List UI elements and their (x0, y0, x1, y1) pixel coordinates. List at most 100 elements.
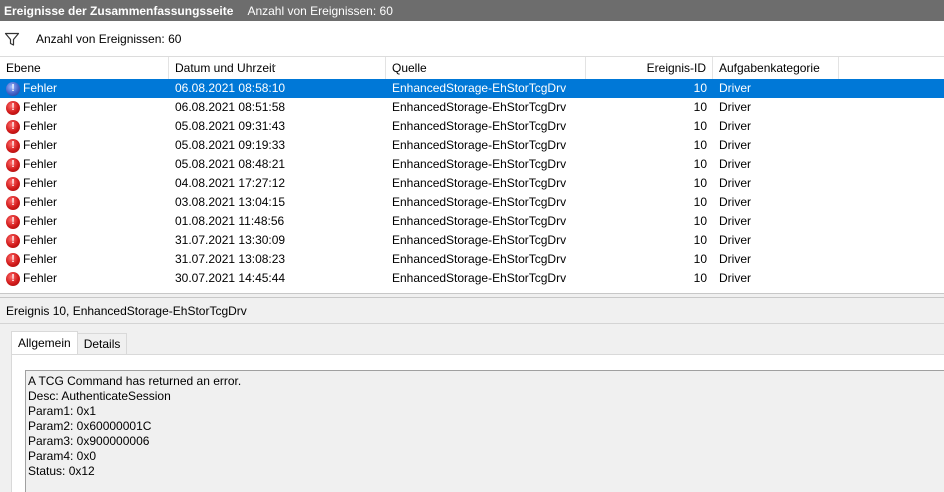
cell-level: ! Fehler (0, 79, 169, 98)
table-row[interactable]: ! Fehler 05.08.2021 08:48:21 EnhancedStorag… (0, 155, 944, 174)
level-label: Fehler (23, 176, 58, 190)
cell-task-category: Driver (719, 119, 751, 133)
cell-task-category: Driver (719, 214, 751, 228)
cell-level: ! Fehler (0, 98, 169, 117)
filter-bar: Anzahl von Ereignissen: 60 (0, 21, 944, 57)
cell-datetime: 01.08.2021 11:48:56 (175, 214, 285, 228)
event-message-box[interactable]: A TCG Command has returned an error. Des… (25, 370, 944, 492)
summary-events-title: Ereignisse der Zusammenfassungsseite (4, 3, 234, 18)
message-line: Desc: AuthenticateSession (28, 389, 171, 403)
level-label: Fehler (23, 138, 58, 152)
error-icon: ! (6, 233, 20, 248)
cell-task-category: Driver (719, 233, 751, 247)
cell-datetime: 30.07.2021 14:45:44 (175, 271, 286, 285)
summary-events-titlebar: Ereignisse der Zusammenfassungsseite Anz… (0, 0, 944, 21)
cell-event-id: 10 (693, 138, 707, 152)
cell-source: EnhancedStorage-EhStorTcgDrv (392, 100, 567, 114)
table-row[interactable]: ! Fehler 31.07.2021 13:08:23 EnhancedStorag… (0, 250, 944, 269)
tab-general[interactable]: Allgemein (11, 331, 78, 354)
cell-level: ! Fehler (0, 136, 169, 155)
table-row[interactable]: ! Fehler 05.08.2021 09:19:33 EnhancedStorag… (0, 136, 944, 155)
error-icon: ! (6, 138, 20, 153)
level-label: Fehler (23, 81, 58, 95)
level-label: Fehler (23, 100, 58, 114)
cell-event-id: 10 (693, 157, 707, 171)
event-list: Ebene ⌄ Datum und Uhrzeit Quelle Ereigni… (0, 57, 944, 293)
cell-level: ! Fehler (0, 269, 169, 288)
sort-descending-icon: ⌄ (271, 60, 278, 69)
tab-details[interactable]: Details (76, 333, 128, 354)
event-detail-pane: Allgemein Details A TCG Command has retu… (0, 324, 944, 492)
table-row[interactable]: ! Fehler 31.07.2021 13:30:09 EnhancedStorag… (0, 231, 944, 250)
cell-source: EnhancedStorage-EhStorTcgDrv (392, 252, 567, 266)
message-line: A TCG Command has returned an error. (28, 374, 242, 388)
column-header-event-id[interactable]: Ereignis-ID (586, 57, 713, 79)
cell-event-id: 10 (693, 176, 707, 190)
cell-task-category: Driver (719, 157, 751, 171)
cell-task-category: Driver (719, 100, 751, 114)
cell-event-id: 10 (693, 81, 707, 95)
cell-datetime: 05.08.2021 08:48:21 (175, 157, 286, 171)
error-icon: ! (6, 100, 20, 115)
cell-level: ! Fehler (0, 117, 169, 136)
cell-event-id: 10 (693, 252, 707, 266)
table-row[interactable]: ! Fehler 06.08.2021 08:51:58 EnhancedStorag… (0, 98, 944, 117)
error-icon: ! (6, 157, 20, 172)
column-header-datetime-label: Datum und Uhrzeit (175, 61, 276, 75)
filter-count-label: Anzahl von Ereignissen: 60 (36, 31, 182, 46)
cell-event-id: 10 (693, 119, 707, 133)
table-row[interactable]: ! Fehler 03.08.2021 13:04:15 EnhancedStorag… (0, 193, 944, 212)
cell-level: ! Fehler (0, 250, 169, 269)
table-row[interactable]: ! Fehler 05.08.2021 09:31:43 EnhancedStorag… (0, 117, 944, 136)
cell-datetime: 31.07.2021 13:08:23 (175, 252, 286, 266)
cell-datetime: 06.08.2021 08:58:10 (175, 81, 286, 95)
cell-level: ! Fehler (0, 193, 169, 212)
filter-icon[interactable] (4, 31, 20, 47)
level-label: Fehler (23, 214, 58, 228)
cell-event-id: 10 (693, 100, 707, 114)
cell-datetime: 05.08.2021 09:31:43 (175, 119, 286, 133)
cell-source: EnhancedStorage-EhStorTcgDrv (392, 176, 567, 190)
error-icon: ! (6, 214, 20, 229)
cell-level: ! Fehler (0, 231, 169, 250)
error-icon: ! (6, 252, 20, 267)
error-icon: ! (6, 271, 20, 286)
event-detail-title: Ereignis 10, EnhancedStorage-EhStorTcgDr… (0, 298, 944, 324)
level-label: Fehler (23, 271, 58, 285)
cell-datetime: 04.08.2021 17:27:12 (175, 176, 286, 190)
cell-event-id: 10 (693, 214, 707, 228)
cell-source: EnhancedStorage-EhStorTcgDrv (392, 233, 567, 247)
event-list-header: Ebene ⌄ Datum und Uhrzeit Quelle Ereigni… (0, 57, 944, 79)
detail-tabs: Allgemein Details (11, 331, 128, 354)
cell-event-id: 10 (693, 195, 707, 209)
column-header-task-category[interactable]: Aufgabenkategorie (713, 57, 839, 79)
cell-datetime: 06.08.2021 08:51:58 (175, 100, 286, 114)
column-header-datetime[interactable]: ⌄ Datum und Uhrzeit (169, 57, 386, 79)
cell-task-category: Driver (719, 271, 751, 285)
table-row[interactable]: ! Fehler 30.07.2021 14:45:44 EnhancedStorag… (0, 269, 944, 288)
cell-event-id: 10 (693, 233, 707, 247)
cell-source: EnhancedStorage-EhStorTcgDrv (392, 81, 567, 95)
cell-level: ! Fehler (0, 174, 169, 193)
cell-task-category: Driver (719, 252, 751, 266)
cell-datetime: 05.08.2021 09:19:33 (175, 138, 286, 152)
message-line: Param4: 0x0 (28, 449, 97, 463)
event-list-body: ! Fehler 06.08.2021 08:58:10 EnhancedStorag… (0, 79, 944, 288)
message-line: Param2: 0x60000001C (28, 419, 152, 433)
error-icon: ! (6, 195, 20, 210)
cell-datetime: 31.07.2021 13:30:09 (175, 233, 286, 247)
table-row[interactable]: ! Fehler 06.08.2021 08:58:10 EnhancedStorag… (0, 79, 944, 98)
column-header-source[interactable]: Quelle (386, 57, 586, 79)
error-icon: ! (6, 81, 20, 96)
cell-task-category: Driver (719, 138, 751, 152)
cell-task-category: Driver (719, 176, 751, 190)
level-label: Fehler (23, 119, 58, 133)
level-label: Fehler (23, 233, 58, 247)
cell-task-category: Driver (719, 195, 751, 209)
table-row[interactable]: ! Fehler 01.08.2021 11:48:56 EnhancedStorag… (0, 212, 944, 231)
cell-level: ! Fehler (0, 212, 169, 231)
table-row[interactable]: ! Fehler 04.08.2021 17:27:12 EnhancedStorag… (0, 174, 944, 193)
level-label: Fehler (23, 252, 58, 266)
column-header-level[interactable]: Ebene (0, 57, 169, 79)
message-line: Param1: 0x1 (28, 404, 97, 418)
